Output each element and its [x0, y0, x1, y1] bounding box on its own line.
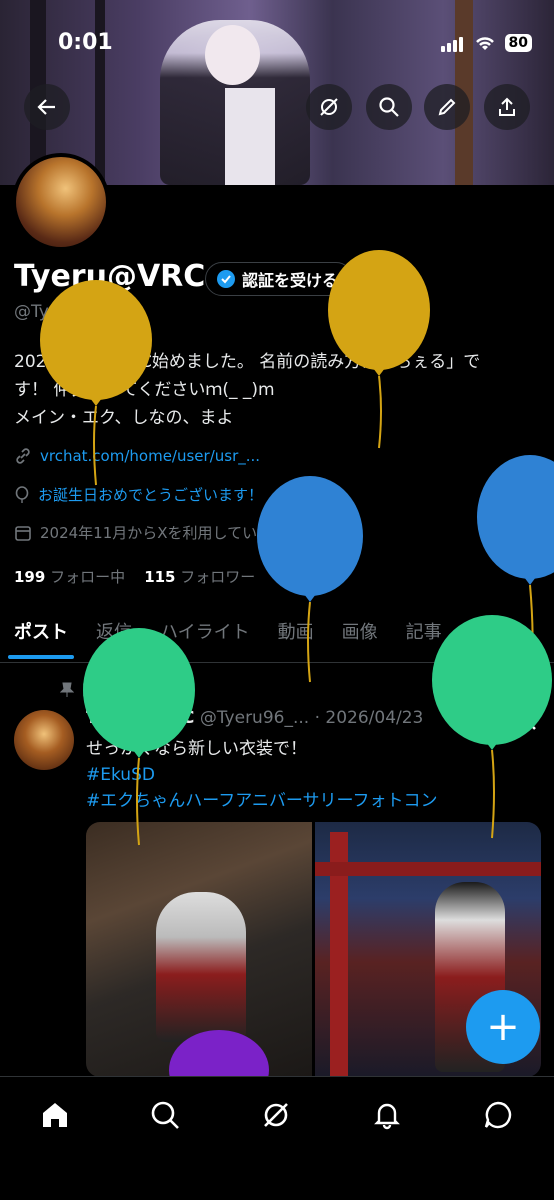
bio-line: メイン・エク、しなの、まよ [14, 408, 234, 428]
search-button[interactable] [366, 84, 412, 130]
edit-icon [438, 98, 456, 116]
joined-text[interactable]: 2024年11月からXを利用しています [40, 522, 287, 543]
nav-home[interactable] [37, 1097, 73, 1133]
profile-link[interactable]: vrchat.com/home/user/usr_... [40, 447, 260, 465]
nav-messages[interactable] [480, 1097, 516, 1133]
back-button[interactable] [24, 84, 70, 130]
status-icons: 80 [440, 33, 532, 52]
link-icon [16, 448, 30, 464]
tab-photos[interactable]: 画像 [328, 612, 392, 662]
hashtag-ekusd[interactable]: #EkuSD [86, 762, 438, 788]
balloon-icon [15, 485, 29, 503]
bottom-navigation [0, 1076, 554, 1200]
pin-icon [60, 682, 74, 697]
pinned-indicator: 固定 [60, 680, 110, 700]
status-time: 0:01 [58, 30, 113, 55]
profile-name: Tyeru@VRC [14, 259, 206, 294]
following-label: フォロー中 [50, 568, 126, 586]
post-author[interactable]: Tyeru@VRC [86, 708, 194, 728]
tab-articles[interactable]: 記事 [392, 612, 456, 662]
profile-link-row[interactable]: vrchat.com/home/user/usr_... [14, 447, 260, 465]
x-logo-icon [514, 708, 538, 736]
bio-line: す！ 仲良くしてくださいｍ(_ _)m [14, 380, 275, 400]
search-icon [379, 97, 399, 117]
following-link[interactable]: 199 フォロー中 [14, 568, 125, 586]
grok-icon [320, 98, 338, 116]
messages-icon [484, 1101, 512, 1129]
tab-highlights[interactable]: ハイライト [146, 612, 264, 662]
post-text: せっかくなら新しい衣装で！ #EkuSD #エクちゃんハーフアニバーサリーフォト… [86, 736, 438, 814]
profile-tabs: ポスト 返信 ハイライト 動画 画像 記事 いいね [0, 612, 554, 663]
search-icon [151, 1101, 179, 1129]
verified-icon [217, 270, 235, 288]
calendar-icon [15, 525, 31, 541]
post-header: Tyeru@VRC @Tyeru96_... · 2026/04/23 [86, 708, 423, 728]
chevron-right-icon: › [295, 523, 302, 542]
post-image-1[interactable] [86, 822, 312, 1077]
nav-notifications[interactable] [369, 1097, 405, 1133]
back-icon [37, 99, 55, 115]
battery-indicator: 80 [504, 33, 532, 52]
edit-button[interactable] [424, 84, 470, 130]
followers-link[interactable]: 115 フォロワー [144, 568, 255, 586]
joined-row[interactable]: 2024年11月からXを利用しています › [14, 522, 301, 543]
verify-button[interactable]: 認証を受ける [205, 262, 354, 296]
tab-likes[interactable]: いいね [456, 612, 538, 662]
hashtag-photocon[interactable]: #エクちゃんハーフアニバーサリーフォトコン [86, 788, 438, 814]
grok-icon [264, 1103, 288, 1127]
signal-icon [440, 33, 465, 52]
nav-search[interactable] [147, 1097, 183, 1133]
verify-label: 認証を受ける [242, 271, 339, 290]
post-body: せっかくなら新しい衣装で！ [86, 739, 307, 759]
pinned-label: 固定 [82, 683, 110, 699]
birthday-text[interactable]: お誕生日おめでとうございます！ [38, 484, 263, 505]
home-icon [43, 1103, 67, 1127]
profile-bio: 2024/10/30 VRC始めました。 名前の読み方は「ちぇる」で す！ 仲良… [14, 348, 544, 432]
compose-button[interactable]: + [466, 990, 540, 1064]
notifications-icon [374, 1103, 400, 1130]
wifi-icon [475, 36, 494, 50]
follow-counts: 199 フォロー中 115 フォロワー [14, 566, 255, 587]
post-handle-date: @Tyeru96_... · 2026/04/23 [199, 708, 424, 728]
bio-line: 2024/10/30 VRC始めました。 名前の読み方は「ちぇる」で [14, 352, 481, 372]
profile-banner[interactable] [0, 0, 554, 185]
post-avatar[interactable] [14, 710, 74, 770]
tab-replies[interactable]: 返信 [82, 612, 146, 662]
grok-button[interactable] [306, 84, 352, 130]
followers-label: フォロワー [180, 568, 256, 586]
followers-count: 115 [144, 568, 176, 586]
following-count: 199 [14, 568, 46, 586]
birthday-row[interactable]: お誕生日おめでとうございます！ [14, 484, 263, 505]
tab-videos[interactable]: 動画 [264, 612, 328, 662]
tab-posts[interactable]: ポスト [0, 612, 82, 662]
nav-grok[interactable] [258, 1097, 294, 1133]
share-button[interactable] [484, 84, 530, 130]
profile-avatar[interactable] [12, 153, 110, 251]
profile-handle: @Tyeru96_VRC [14, 302, 142, 322]
share-icon [499, 97, 515, 116]
